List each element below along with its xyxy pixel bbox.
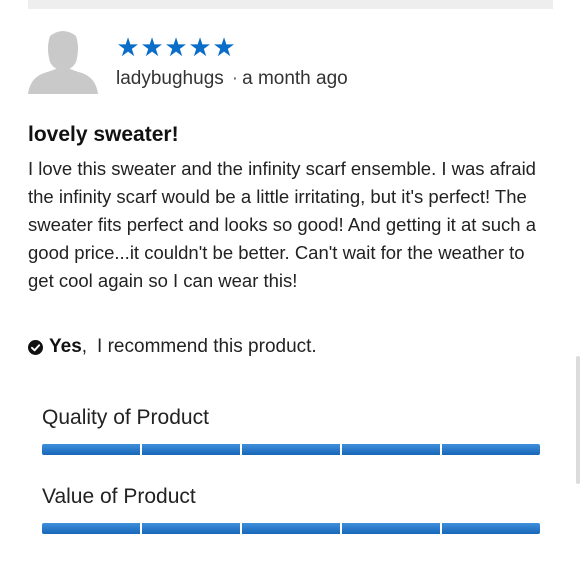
- previous-review-footer: [28, 0, 553, 9]
- review-title: lovely sweater!: [28, 123, 179, 146]
- review-meta: ★ ★ ★ ★ ★ ladybughugs · a month ago: [116, 28, 348, 91]
- recommend-text: I recommend this product.: [97, 336, 317, 357]
- recommend-answer: Yes: [49, 336, 82, 357]
- review-date: a month ago: [242, 68, 348, 89]
- value-rating: Value of Product: [42, 483, 540, 534]
- rating-segment: [42, 444, 142, 455]
- rating-segment: [42, 523, 142, 534]
- scrollbar[interactable]: [576, 356, 580, 484]
- quality-rating-bar: [42, 444, 540, 455]
- separator: ·: [231, 68, 239, 89]
- star-icon: ★: [140, 32, 164, 62]
- rating-segment: [342, 444, 442, 455]
- quality-rating: Quality of Product: [42, 404, 540, 455]
- quality-rating-label: Quality of Product: [42, 406, 209, 429]
- star-icon: ★: [116, 32, 140, 62]
- rating-segment: [442, 444, 540, 455]
- rating-segment: [142, 444, 242, 455]
- recommend-comma: ,: [81, 336, 88, 357]
- star-rating: ★ ★ ★ ★ ★: [116, 33, 348, 61]
- rating-segment: [242, 444, 342, 455]
- rating-segment: [242, 523, 342, 534]
- review-header: ★ ★ ★ ★ ★ ladybughugs · a month ago: [28, 28, 553, 94]
- star-icon: ★: [212, 32, 236, 62]
- rating-segment: [142, 523, 242, 534]
- rating-segment: [442, 523, 540, 534]
- rating-segment: [342, 523, 442, 534]
- user-silhouette-icon: [28, 31, 98, 94]
- author-name[interactable]: ladybughugs: [116, 68, 224, 89]
- author-line: ladybughugs · a month ago: [116, 67, 348, 91]
- value-rating-label: Value of Product: [42, 485, 196, 508]
- star-icon: ★: [164, 32, 188, 62]
- review-card: ★ ★ ★ ★ ★ ladybughugs · a month ago lovely…: [28, 28, 553, 360]
- check-circle-icon: [28, 339, 43, 355]
- value-rating-bar: [42, 523, 540, 534]
- star-icon: ★: [188, 32, 212, 62]
- review-body: I love this sweater and the infinity sca…: [28, 158, 537, 291]
- recommendation: Yes, I recommend this product.: [28, 334, 553, 360]
